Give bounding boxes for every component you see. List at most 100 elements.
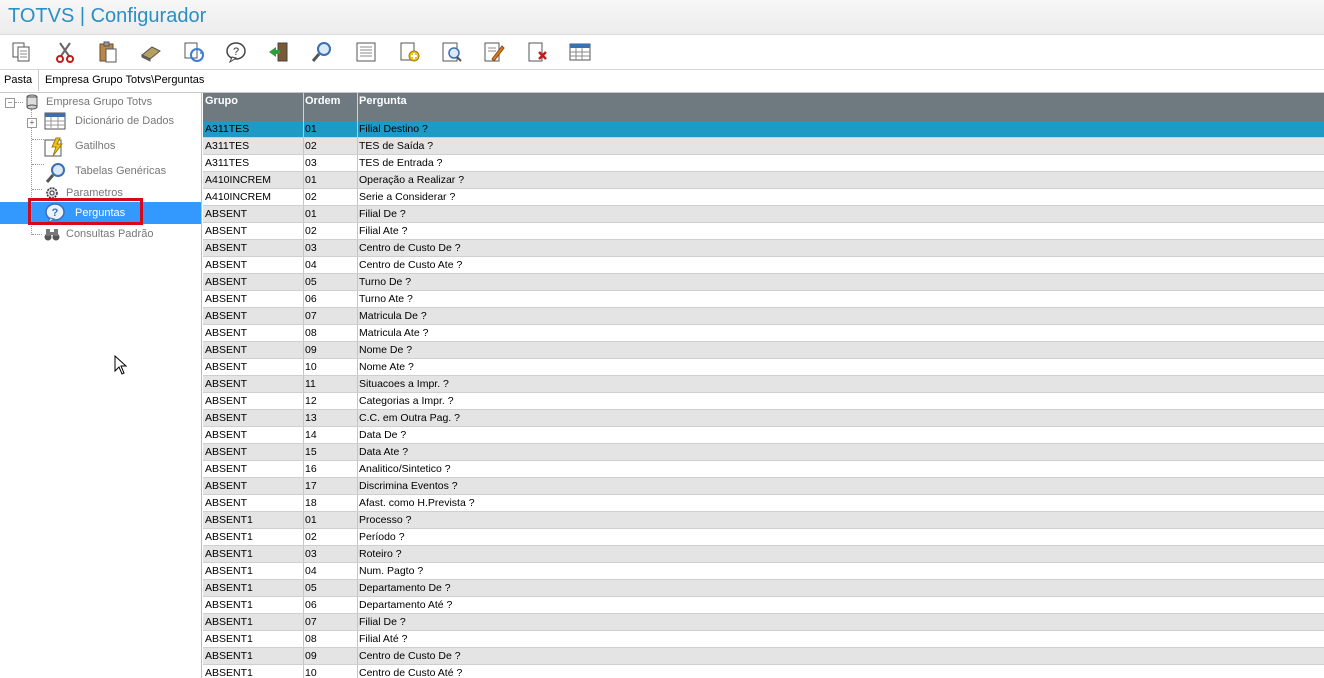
- cell-pergunta: Filial Até ?: [359, 633, 408, 645]
- cell-pergunta: Nome De ?: [359, 344, 413, 356]
- cell-grupo: ABSENT: [205, 293, 248, 305]
- cell-ordem: 01: [305, 123, 317, 135]
- cell-pergunta: Analitico/Sintetico ?: [359, 463, 451, 475]
- cell-pergunta: Filial De ?: [359, 208, 406, 220]
- cell-pergunta: Data De ?: [359, 429, 407, 441]
- sidebar-item-gatilhos[interactable]: Gatilhos: [44, 137, 194, 157]
- table-row[interactable]: A311TES 02 TES de Saída ?: [203, 138, 1324, 155]
- table-row[interactable]: ABSENT 17 Discrimina Eventos ?: [203, 478, 1324, 495]
- new-document-icon[interactable]: [395, 38, 423, 66]
- sidebar-item-consultas[interactable]: Consultas Padrão: [44, 225, 194, 243]
- table-row[interactable]: ABSENT1 09 Centro de Custo De ?: [203, 648, 1324, 665]
- trigger-icon: [44, 137, 63, 157]
- cell-ordem: 02: [305, 140, 317, 152]
- cell-pergunta: Filial De ?: [359, 616, 406, 628]
- cell-grupo: ABSENT: [205, 242, 248, 254]
- table-row[interactable]: ABSENT 11 Situacoes a Impr. ?: [203, 376, 1324, 393]
- cell-pergunta: Categorias a Impr. ?: [359, 395, 454, 407]
- table-row[interactable]: ABSENT 06 Turno Ate ?: [203, 291, 1324, 308]
- mouse-cursor-icon: [114, 355, 128, 375]
- table-row[interactable]: ABSENT 14 Data De ?: [203, 427, 1324, 444]
- eraser-icon[interactable]: [137, 38, 165, 66]
- cell-ordem: 04: [305, 565, 317, 577]
- cell-pergunta: TES de Entrada ?: [359, 157, 443, 169]
- table-row[interactable]: ABSENT1 10 Centro de Custo Até ?: [203, 665, 1324, 678]
- cell-ordem: 08: [305, 327, 317, 339]
- cell-pergunta: Discrimina Eventos ?: [359, 480, 458, 492]
- table-row[interactable]: ABSENT 16 Analitico/Sintetico ?: [203, 461, 1324, 478]
- collapse-icon[interactable]: −: [5, 98, 15, 108]
- table-row[interactable]: ABSENT 10 Nome Ate ?: [203, 359, 1324, 376]
- table-row[interactable]: ABSENT 01 Filial De ?: [203, 206, 1324, 223]
- table-row[interactable]: A410INCREM 01 Operação a Realizar ?: [203, 172, 1324, 189]
- refresh-icon[interactable]: [180, 38, 208, 66]
- table-row[interactable]: ABSENT1 07 Filial De ?: [203, 614, 1324, 631]
- table-row[interactable]: ABSENT1 05 Departamento De ?: [203, 580, 1324, 597]
- svg-text:?: ?: [233, 46, 239, 58]
- copy-icon[interactable]: [7, 38, 35, 66]
- cell-pergunta: C.C. em Outra Pag. ?: [359, 412, 460, 424]
- cell-grupo: ABSENT1: [205, 582, 253, 594]
- table-row[interactable]: ABSENT 04 Centro de Custo Ate ?: [203, 257, 1324, 274]
- cell-ordem: 02: [305, 191, 317, 203]
- cell-ordem: 15: [305, 446, 317, 458]
- table-row[interactable]: ABSENT1 01 Processo ?: [203, 512, 1324, 529]
- table-row[interactable]: ABSENT 09 Nome De ?: [203, 342, 1324, 359]
- cell-grupo: ABSENT: [205, 276, 248, 288]
- cell-grupo: ABSENT: [205, 225, 248, 237]
- cell-grupo: ABSENT1: [205, 565, 253, 577]
- cell-ordem: 16: [305, 463, 317, 475]
- folder-path: Empresa Grupo Totvs\Perguntas: [38, 70, 1324, 91]
- cell-ordem: 05: [305, 582, 317, 594]
- column-header-ordem[interactable]: Ordem: [305, 95, 340, 107]
- cell-ordem: 02: [305, 225, 317, 237]
- table-row[interactable]: ABSENT 05 Turno De ?: [203, 274, 1324, 291]
- expand-icon[interactable]: +: [27, 118, 37, 128]
- exit-icon[interactable]: [265, 38, 293, 66]
- delete-icon[interactable]: [523, 38, 551, 66]
- table-row[interactable]: ABSENT 03 Centro de Custo De ?: [203, 240, 1324, 257]
- cell-ordem: 03: [305, 548, 317, 560]
- binoculars-icon: [44, 229, 60, 241]
- cell-grupo: ABSENT: [205, 327, 248, 339]
- cell-pergunta: Matricula De ?: [359, 310, 427, 322]
- help-icon[interactable]: ?: [222, 38, 250, 66]
- cell-pergunta: Centro de Custo De ?: [359, 242, 461, 254]
- cell-grupo: ABSENT: [205, 361, 248, 373]
- table-row[interactable]: A311TES 01 Filial Destino ?: [203, 121, 1324, 138]
- cell-pergunta: Serie a Considerar ?: [359, 191, 456, 203]
- table-row[interactable]: ABSENT 12 Categorias a Impr. ?: [203, 393, 1324, 410]
- table-row[interactable]: ABSENT1 06 Departamento Até ?: [203, 597, 1324, 614]
- table-row[interactable]: ABSENT 02 Filial Ate ?: [203, 223, 1324, 240]
- table-row[interactable]: ABSENT 07 Matricula De ?: [203, 308, 1324, 325]
- cell-grupo: A410INCREM: [205, 174, 271, 186]
- table-row[interactable]: A311TES 03 TES de Entrada ?: [203, 155, 1324, 172]
- cell-grupo: ABSENT1: [205, 633, 253, 645]
- cut-icon[interactable]: [51, 38, 79, 66]
- cell-grupo: ABSENT1: [205, 514, 253, 526]
- table-row[interactable]: ABSENT 15 Data Ate ?: [203, 444, 1324, 461]
- preview-icon[interactable]: [438, 38, 466, 66]
- table-icon[interactable]: [566, 38, 594, 66]
- sidebar-item-dicionario[interactable]: Dicionário de Dados: [44, 112, 194, 130]
- sidebar-item-tabelas[interactable]: Tabelas Genéricas: [44, 162, 194, 183]
- search-icon[interactable]: [308, 38, 336, 66]
- table-row[interactable]: ABSENT1 02 Período ?: [203, 529, 1324, 546]
- table-row[interactable]: A410INCREM 02 Serie a Considerar ?: [203, 189, 1324, 206]
- paste-icon[interactable]: [94, 38, 122, 66]
- cell-ordem: 06: [305, 599, 317, 611]
- column-header-grupo[interactable]: Grupo: [205, 95, 238, 107]
- list-icon[interactable]: [352, 38, 380, 66]
- cell-grupo: ABSENT: [205, 412, 248, 424]
- table-row[interactable]: ABSENT 18 Afast. como H.Prevista ?: [203, 495, 1324, 512]
- cell-grupo: ABSENT: [205, 344, 248, 356]
- table-row[interactable]: ABSENT 08 Matricula Ate ?: [203, 325, 1324, 342]
- table-row[interactable]: ABSENT1 08 Filial Até ?: [203, 631, 1324, 648]
- table-row[interactable]: ABSENT 13 C.C. em Outra Pag. ?: [203, 410, 1324, 427]
- edit-icon[interactable]: [480, 38, 508, 66]
- table-row[interactable]: ABSENT1 03 Roteiro ?: [203, 546, 1324, 563]
- column-header-pergunta[interactable]: Pergunta: [359, 95, 407, 107]
- cell-grupo: ABSENT1: [205, 667, 253, 678]
- cell-ordem: 03: [305, 242, 317, 254]
- table-row[interactable]: ABSENT1 04 Num. Pagto ?: [203, 563, 1324, 580]
